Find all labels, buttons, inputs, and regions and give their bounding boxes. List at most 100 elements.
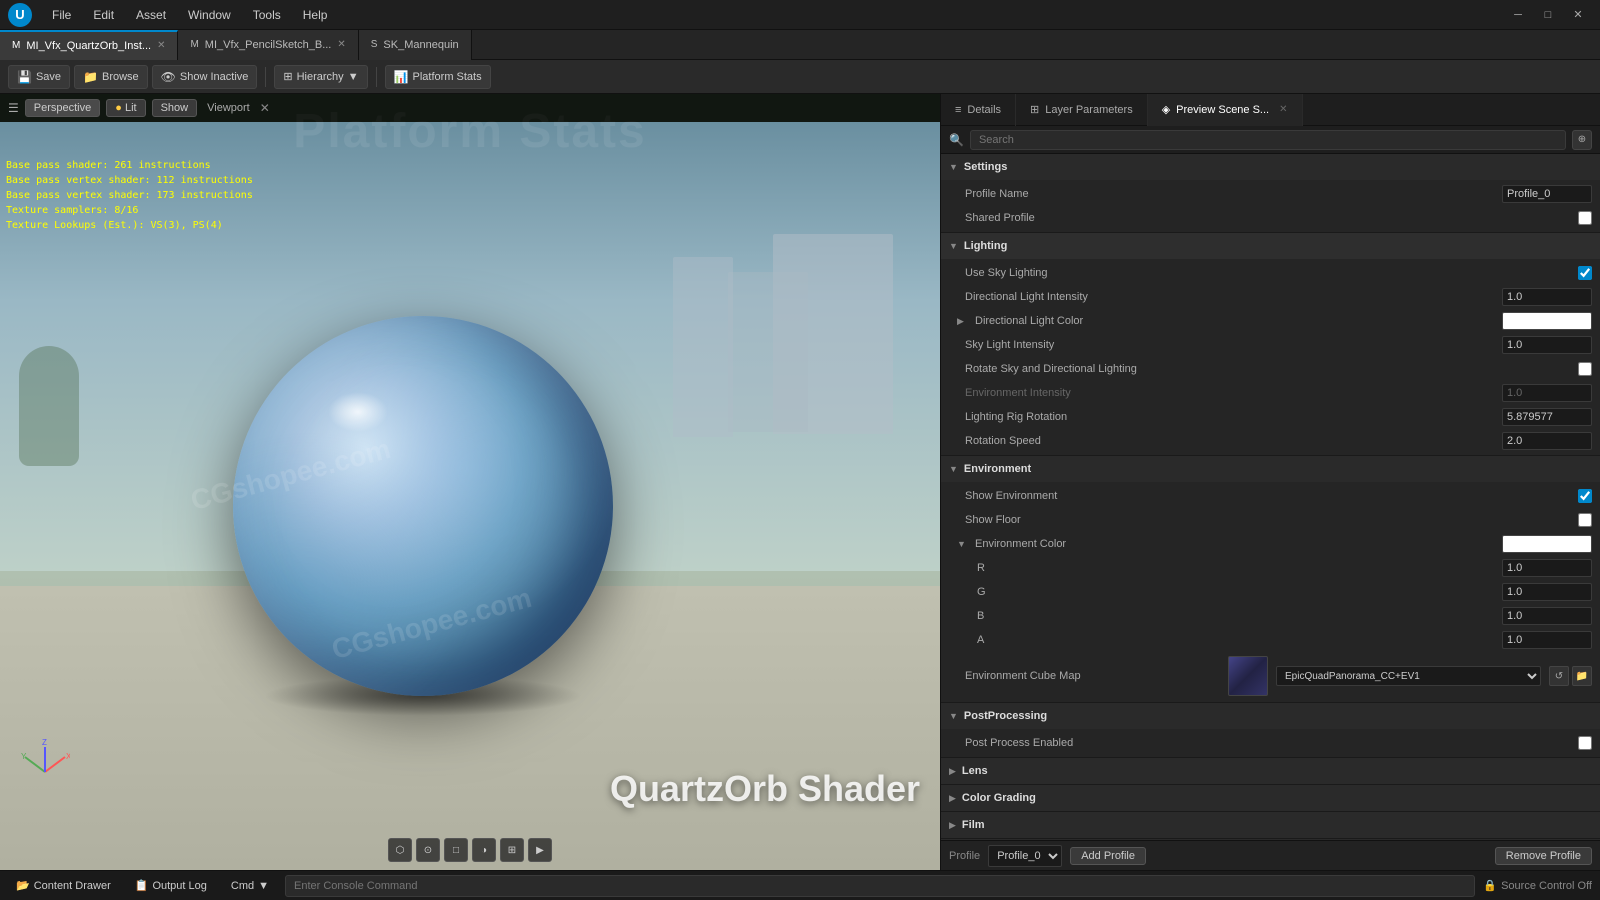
viewport-bottom-controls: ⬡ ⊙ □ ◑ ⊞ ▶ — [388, 838, 552, 862]
output-log-label: Output Log — [152, 880, 206, 892]
preview-tab-close[interactable]: ✕ — [1279, 104, 1287, 115]
show-button[interactable]: Show — [152, 99, 198, 117]
maximize-button[interactable]: □ — [1534, 5, 1562, 25]
menu-tools[interactable]: Tools — [243, 6, 291, 24]
vp-tab-label: Viewport — [207, 102, 250, 114]
environment-color-a-input[interactable] — [1502, 631, 1592, 649]
content-drawer-label: Content Drawer — [34, 880, 111, 892]
vp-ctrl-4[interactable]: ◑ — [472, 838, 496, 862]
post-processing-section-title: PostProcessing — [964, 710, 1047, 722]
post-processing-section: ▼ PostProcessing Post Process Enabled — [941, 703, 1600, 758]
perspective-button[interactable]: Perspective — [25, 99, 100, 117]
film-section-header[interactable]: ▶ Film — [941, 812, 1600, 838]
browse-button[interactable]: 📁 Browse — [74, 65, 148, 89]
lens-section-title: Lens — [962, 765, 988, 777]
add-profile-button[interactable]: Add Profile — [1070, 847, 1146, 865]
directional-light-color-swatch[interactable] — [1502, 312, 1592, 330]
menu-window[interactable]: Window — [178, 6, 241, 24]
profile-select[interactable]: Profile_0 — [988, 845, 1062, 867]
minimize-button[interactable]: ─ — [1504, 5, 1532, 25]
tab-layer-parameters[interactable]: ⊞ Layer Parameters — [1016, 94, 1148, 126]
cube-map-browse-button[interactable]: 📁 — [1572, 666, 1592, 686]
vp-ctrl-1[interactable]: ⬡ — [388, 838, 412, 862]
color-grading-section-header[interactable]: ▶ Color Grading — [941, 785, 1600, 811]
environment-color-b-input[interactable] — [1502, 607, 1592, 625]
sky-light-intensity-label: Sky Light Intensity — [965, 339, 1494, 351]
profile-name-input[interactable] — [1502, 185, 1592, 203]
viewport-menu-icon[interactable]: ☰ — [8, 101, 19, 115]
environment-color-swatch[interactable] — [1502, 535, 1592, 553]
lens-section-header[interactable]: ▶ Lens — [941, 758, 1600, 784]
stats-line-1: Base pass shader: 261 instructions — [6, 158, 253, 173]
tab-preview-scene[interactable]: ◈ Preview Scene S... ✕ — [1148, 94, 1303, 126]
lighting-section-header[interactable]: ▼ Lighting — [941, 233, 1600, 259]
platform-stats-button[interactable]: 📊 Platform Stats — [385, 65, 491, 89]
post-processing-section-header[interactable]: ▼ PostProcessing — [941, 703, 1600, 729]
vp-ctrl-3[interactable]: □ — [444, 838, 468, 862]
rotate-sky-checkbox[interactable] — [1578, 362, 1592, 376]
color-grading-section: ▶ Color Grading — [941, 785, 1600, 812]
cmd-button[interactable]: Cmd ▼ — [223, 878, 277, 894]
post-process-enabled-checkbox[interactable] — [1578, 736, 1592, 750]
lighting-rig-rotation-input[interactable] — [1502, 408, 1592, 426]
browse-icon: 📁 — [83, 70, 98, 84]
tab-close-quartzorb[interactable]: ✕ — [157, 40, 165, 51]
cube-map-buttons: ↺ 📁 — [1549, 666, 1592, 686]
vp-ctrl-6[interactable]: ▶ — [528, 838, 552, 862]
content-drawer-button[interactable]: 📂 Content Drawer — [8, 877, 119, 894]
lens-section: ▶ Lens — [941, 758, 1600, 785]
lit-button[interactable]: ● Lit — [106, 99, 145, 117]
panel-tab-bar: ≡ Details ⊞ Layer Parameters ◈ Preview S… — [941, 94, 1600, 126]
environment-color-row[interactable]: ▼ Environment Color — [941, 532, 1600, 556]
search-input[interactable] — [970, 130, 1566, 150]
use-sky-lighting-label: Use Sky Lighting — [965, 267, 1570, 279]
environment-color-g-row: G — [941, 580, 1600, 604]
vp-ctrl-5[interactable]: ⊞ — [500, 838, 524, 862]
show-inactive-label: Show Inactive — [180, 71, 248, 83]
show-environment-checkbox[interactable] — [1578, 489, 1592, 503]
environment-intensity-input[interactable] — [1502, 384, 1592, 402]
remove-profile-button[interactable]: Remove Profile — [1495, 847, 1592, 865]
show-environment-label: Show Environment — [965, 490, 1570, 502]
environment-section-header[interactable]: ▼ Environment — [941, 456, 1600, 482]
console-command-input[interactable] — [285, 875, 1475, 897]
vp-ctrl-2[interactable]: ⊙ — [416, 838, 440, 862]
show-floor-checkbox[interactable] — [1578, 513, 1592, 527]
cube-map-refresh-button[interactable]: ↺ — [1549, 666, 1569, 686]
environment-intensity-label: Environment Intensity — [965, 387, 1494, 399]
sky-light-intensity-input[interactable] — [1502, 336, 1592, 354]
directional-light-intensity-input[interactable] — [1502, 288, 1592, 306]
environment-color-r-input[interactable] — [1502, 559, 1592, 577]
tab-mannequin[interactable]: S SK_Mannequin — [359, 30, 472, 60]
tab-details[interactable]: ≡ Details — [941, 94, 1016, 126]
environment-cube-map-row: Environment Cube Map EpicQuadPanorama_CC… — [941, 652, 1600, 700]
shared-profile-checkbox[interactable] — [1578, 211, 1592, 225]
viewport-close-button[interactable]: ✕ — [260, 101, 270, 115]
use-sky-lighting-checkbox[interactable] — [1578, 266, 1592, 280]
profile-name-label: Profile Name — [965, 188, 1494, 200]
save-button[interactable]: 💾 Save — [8, 65, 70, 89]
menu-file[interactable]: File — [42, 6, 81, 24]
viewport-canvas[interactable]: CGshopee.com CGshopee.com Base pass shad… — [0, 122, 940, 870]
cube-map-select[interactable]: EpicQuadPanorama_CC+EV1 — [1276, 666, 1541, 686]
output-log-button[interactable]: 📋 Output Log — [127, 877, 215, 894]
hierarchy-dropdown[interactable]: ⊞ Hierarchy ▼ — [274, 65, 367, 89]
menu-asset[interactable]: Asset — [126, 6, 176, 24]
tab-pencilsketch[interactable]: M MI_Vfx_PencilSketch_B... ✕ — [178, 30, 358, 60]
close-button[interactable]: ✕ — [1564, 5, 1592, 25]
window-controls: ─ □ ✕ — [1504, 5, 1592, 25]
show-inactive-button[interactable]: 👁 Show Inactive — [152, 65, 258, 89]
tab-close-pencilsketch[interactable]: ✕ — [337, 39, 345, 50]
menu-help[interactable]: Help — [293, 6, 338, 24]
settings-section-header[interactable]: ▼ Settings — [941, 154, 1600, 180]
panel-action-button[interactable]: ⊕ — [1572, 130, 1592, 150]
rotation-speed-input[interactable] — [1502, 432, 1592, 450]
directional-light-color-row[interactable]: ▶ Directional Light Color — [941, 309, 1600, 333]
environment-color-g-input[interactable] — [1502, 583, 1592, 601]
tab-quartzorb[interactable]: M MI_Vfx_QuartzOrb_Inst... ✕ — [0, 30, 178, 60]
content-drawer-icon: 📂 — [16, 879, 30, 892]
svg-text:Z: Z — [42, 738, 47, 747]
right-panel: ≡ Details ⊞ Layer Parameters ◈ Preview S… — [940, 94, 1600, 870]
menu-edit[interactable]: Edit — [83, 6, 124, 24]
sky-light-intensity-row: Sky Light Intensity — [941, 333, 1600, 357]
